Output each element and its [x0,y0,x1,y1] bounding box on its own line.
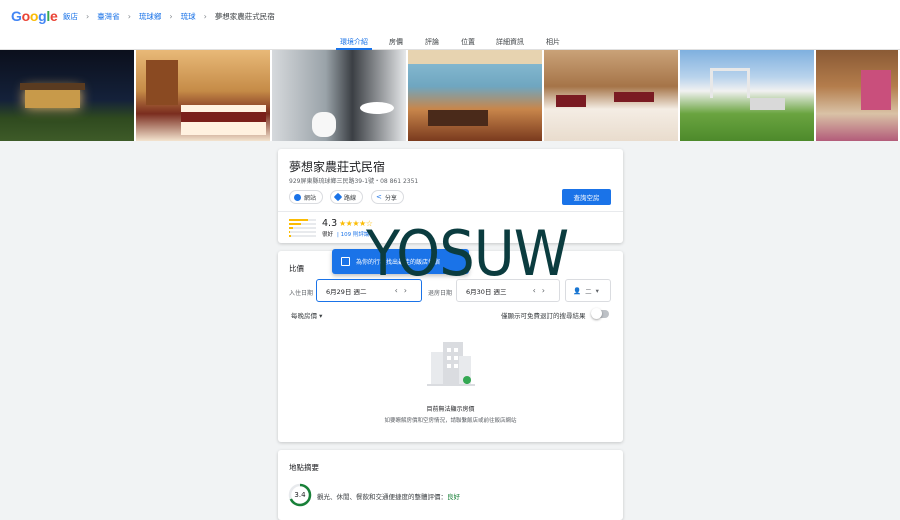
chevron-right-icon: › [86,12,90,21]
building-illustration-icon [427,342,475,386]
garden-swing-photo[interactable] [680,50,814,141]
chevron-right-icon: › [203,12,207,21]
logo-letter: G [11,8,22,24]
section-title: 比價 [289,264,304,273]
chevron-down-icon: ▾ [595,286,599,295]
twin-bedroom-photo[interactable] [544,50,678,141]
free-cancellation-label: 僅顯示可免費退訂的搜尋結果 [501,312,586,320]
tab-bar: 環境介紹 房價 評論 位置 詳細資訊 相片 [0,31,900,50]
room-interior-photo[interactable] [816,50,898,141]
rating-distribution [289,219,316,239]
reviews-link[interactable]: | 109 則評論 [337,230,369,238]
building-night-photo[interactable] [0,50,134,141]
price-comparison-card: 比價 為你的行程找出最佳的飯店住宿 入住日期 6月29日 週二 ‹› 退房日期 … [278,249,623,442]
person-icon: 👤 [573,286,582,295]
breadcrumb: 飯店 › 臺灣省 › 琉球鄉 › 琉球 › 夢想家農莊式民宿 [63,11,275,22]
check-availability-button[interactable]: 查詢空房 [562,189,611,205]
date-arrows-icon[interactable]: ‹› [533,286,551,295]
rating-score: 4.3 [322,218,338,229]
bathroom-photo[interactable] [272,50,406,141]
star-rating: ★★★★☆ [339,219,373,228]
share-icon: < [376,192,382,201]
checkout-label: 退房日期 [428,290,453,297]
tab-photos[interactable]: 相片 [545,37,561,47]
location-description: 觀光、休閒、餐飲和交通便捷度的整體評價：良好 [317,493,460,501]
tab-details[interactable]: 詳細資訊 [496,37,524,47]
section-title: 地點摘要 [289,463,319,472]
free-cancellation-toggle[interactable] [591,308,609,319]
tab-location[interactable]: 位置 [460,37,476,47]
rating-label: 很好 [322,232,334,238]
tab-prices[interactable]: 房價 [388,37,404,47]
breadcrumb-liuqiu[interactable]: 琉球 [181,11,196,22]
date-arrows-icon[interactable]: ‹› [395,286,413,295]
directions-icon [333,192,343,202]
empty-state-subtitle: 如要瞭解房價和空房情況，請聯繫飯店或前往飯店網站 [384,418,517,424]
chevron-right-icon: › [127,12,131,21]
checkin-label: 入住日期 [289,290,314,297]
per-night-dropdown[interactable]: 每晚房價 ▾ [291,310,322,320]
top-bar: Google 飯店 › 臺灣省 › 琉球鄉 › 琉球 › 夢想家農莊式民宿 [0,0,900,31]
calendar-icon [341,257,350,266]
google-logo[interactable]: Google [11,8,58,24]
tab-reviews[interactable]: 評論 [424,37,440,47]
location-rating-word: 良好 [447,493,460,501]
checkin-date-field[interactable]: 6月29日 週二 ‹› [316,279,422,302]
globe-icon [294,193,301,201]
share-button[interactable]: < 分享 [371,190,404,204]
breadcrumb-township[interactable]: 琉球鄉 [139,11,162,22]
divider [278,211,623,212]
chevron-right-icon: › [169,12,173,21]
empty-state-title: 目前無法顯示房價 [426,406,475,413]
logo-letter: e [49,8,58,24]
hotel-address: 929屏東縣琉球鄉三民路39-1號・08 861 2351 [289,178,419,185]
checkout-date-field[interactable]: 6月30日 週三 ‹› [456,279,560,302]
location-score: 3.4 [294,491,306,499]
location-summary-card: 地點摘要 3.4 觀光、休閒、餐飲和交通便捷度的整體評價：良好 [278,450,623,520]
photo-gallery [0,50,900,141]
guests-selector[interactable]: 👤 二 ▾ [565,279,611,302]
logo-letter: o [21,8,31,24]
tooltip: 為你的行程找出最佳的飯店住宿 [332,249,469,274]
logo-letter: o [29,8,39,24]
breadcrumb-current: 夢想家農莊式民宿 [214,12,275,21]
hotel-name: 夢想家農莊式民宿 [289,160,386,174]
website-button[interactable]: 網站 [289,190,324,204]
tab-overview[interactable]: 環境介紹 [339,37,369,47]
bedroom-red-photo[interactable] [136,50,270,141]
breadcrumb-hotels[interactable]: 飯店 [63,11,78,22]
hotel-summary-card: 夢想家農莊式民宿 929屏東縣琉球鄉三民路39-1號・08 861 2351 網… [278,149,623,243]
lounge-photo[interactable] [408,50,542,141]
directions-button[interactable]: 路線 [330,190,364,204]
logo-letter: g [38,8,47,24]
breadcrumb-taiwan[interactable]: 臺灣省 [97,11,120,22]
